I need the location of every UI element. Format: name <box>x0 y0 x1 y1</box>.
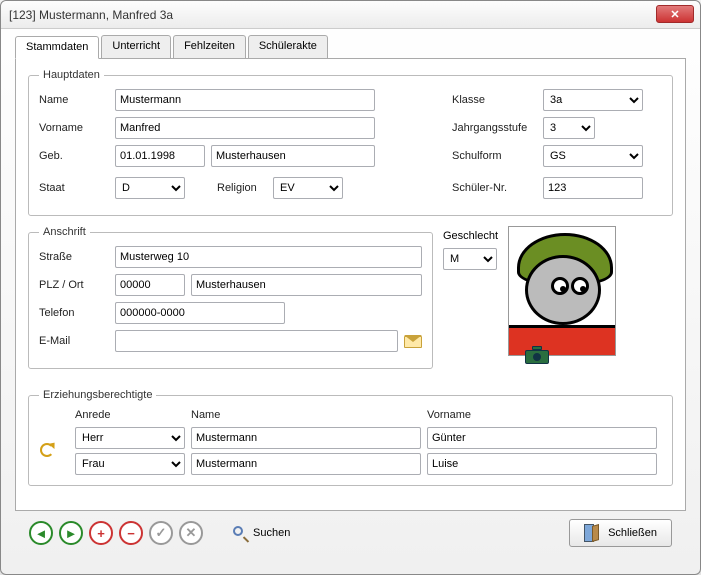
erz-group: Erziehungsberechtigte Anrede Name Vornam… <box>28 389 673 486</box>
anschrift-right: Geschlecht M <box>443 226 673 366</box>
undo-icon[interactable] <box>39 442 57 460</box>
erz-legend: Erziehungsberechtigte <box>39 389 156 401</box>
close-icon: ✕ <box>670 8 679 21</box>
geschlecht-select[interactable]: M <box>443 248 497 270</box>
name-label: Name <box>39 94 109 106</box>
anschrift-legend: Anschrift <box>39 226 90 238</box>
erz-head-anrede: Anrede <box>75 409 185 423</box>
hauptdaten-legend: Hauptdaten <box>39 69 104 81</box>
window-close-button[interactable]: ✕ <box>656 5 694 23</box>
door-icon <box>584 524 600 542</box>
erz-anrede-0[interactable]: Herr <box>75 427 185 449</box>
vorname-label: Vorname <box>39 122 109 134</box>
camera-icon[interactable] <box>525 346 549 364</box>
search-button[interactable]: Suchen <box>225 524 298 542</box>
geb-ort-input[interactable] <box>211 145 375 167</box>
geb-label: Geb. <box>39 150 109 162</box>
snr-label: Schüler-Nr. <box>452 182 537 194</box>
tab-fehlzeiten[interactable]: Fehlzeiten <box>173 35 246 58</box>
jg-label: Jahrgangsstufe <box>452 122 537 134</box>
klasse-label: Klasse <box>452 94 537 106</box>
staat-select[interactable]: D <box>115 177 185 199</box>
schulform-label: Schulform <box>452 150 537 162</box>
vorname-input[interactable] <box>115 117 375 139</box>
hauptdaten-group: Hauptdaten Name Vorname Geb. <box>28 69 673 216</box>
nav-next-button[interactable]: ► <box>59 521 83 545</box>
plzort-label: PLZ / Ort <box>39 279 109 291</box>
erz-name-1[interactable] <box>191 453 421 475</box>
erz-vorname-1[interactable] <box>427 453 657 475</box>
window-title: [123] Mustermann, Manfred 3a <box>9 8 173 22</box>
telefon-input[interactable] <box>115 302 285 324</box>
erz-name-0[interactable] <box>191 427 421 449</box>
nav-prev-button[interactable]: ◄ <box>29 521 53 545</box>
nav-add-button[interactable]: + <box>89 521 113 545</box>
religion-select[interactable]: EV <box>273 177 343 199</box>
tab-unterricht[interactable]: Unterricht <box>101 35 171 58</box>
email-input[interactable] <box>115 330 398 352</box>
schulform-select[interactable]: GS <box>543 145 643 167</box>
erz-head-vorname: Vorname <box>427 409 657 423</box>
snr-input[interactable] <box>543 177 643 199</box>
strasse-label: Straße <box>39 251 109 263</box>
religion-label: Religion <box>217 182 267 194</box>
geb-date-input[interactable] <box>115 145 205 167</box>
nav-delete-button[interactable]: − <box>119 521 143 545</box>
staat-label: Staat <box>39 182 109 194</box>
search-icon <box>233 526 247 540</box>
footer-toolbar: ◄ ► + − ✓ ✕ Suchen Schließen <box>15 511 686 555</box>
tab-schuelerakte[interactable]: Schülerakte <box>248 35 328 58</box>
klasse-select[interactable]: 3a <box>543 89 643 111</box>
main-window: [123] Mustermann, Manfred 3a ✕ Stammdate… <box>0 0 701 575</box>
anschrift-group: Anschrift Straße PLZ / Ort Telefon <box>28 226 433 369</box>
tab-bar: Stammdaten Unterricht Fehlzeiten Schüler… <box>15 35 686 59</box>
erz-vorname-0[interactable] <box>427 427 657 449</box>
plz-input[interactable] <box>115 274 185 296</box>
window-body: Stammdaten Unterricht Fehlzeiten Schüler… <box>1 29 700 567</box>
tab-stammdaten[interactable]: Stammdaten <box>15 36 99 59</box>
close-dialog-button[interactable]: Schließen <box>569 519 672 547</box>
jg-select[interactable]: 3 <box>543 117 595 139</box>
nav-cancel-button[interactable]: ✕ <box>179 521 203 545</box>
strasse-input[interactable] <box>115 246 422 268</box>
name-input[interactable] <box>115 89 375 111</box>
ort-input[interactable] <box>191 274 422 296</box>
email-label: E-Mail <box>39 335 109 347</box>
titlebar[interactable]: [123] Mustermann, Manfred 3a ✕ <box>1 1 700 29</box>
erz-head-name: Name <box>191 409 421 423</box>
erz-anrede-1[interactable]: Frau <box>75 453 185 475</box>
student-photo <box>508 226 616 356</box>
geschlecht-label: Geschlecht <box>443 230 498 242</box>
telefon-label: Telefon <box>39 307 109 319</box>
email-icon[interactable] <box>404 334 422 348</box>
tab-content: Hauptdaten Name Vorname Geb. <box>15 59 686 511</box>
nav-confirm-button[interactable]: ✓ <box>149 521 173 545</box>
